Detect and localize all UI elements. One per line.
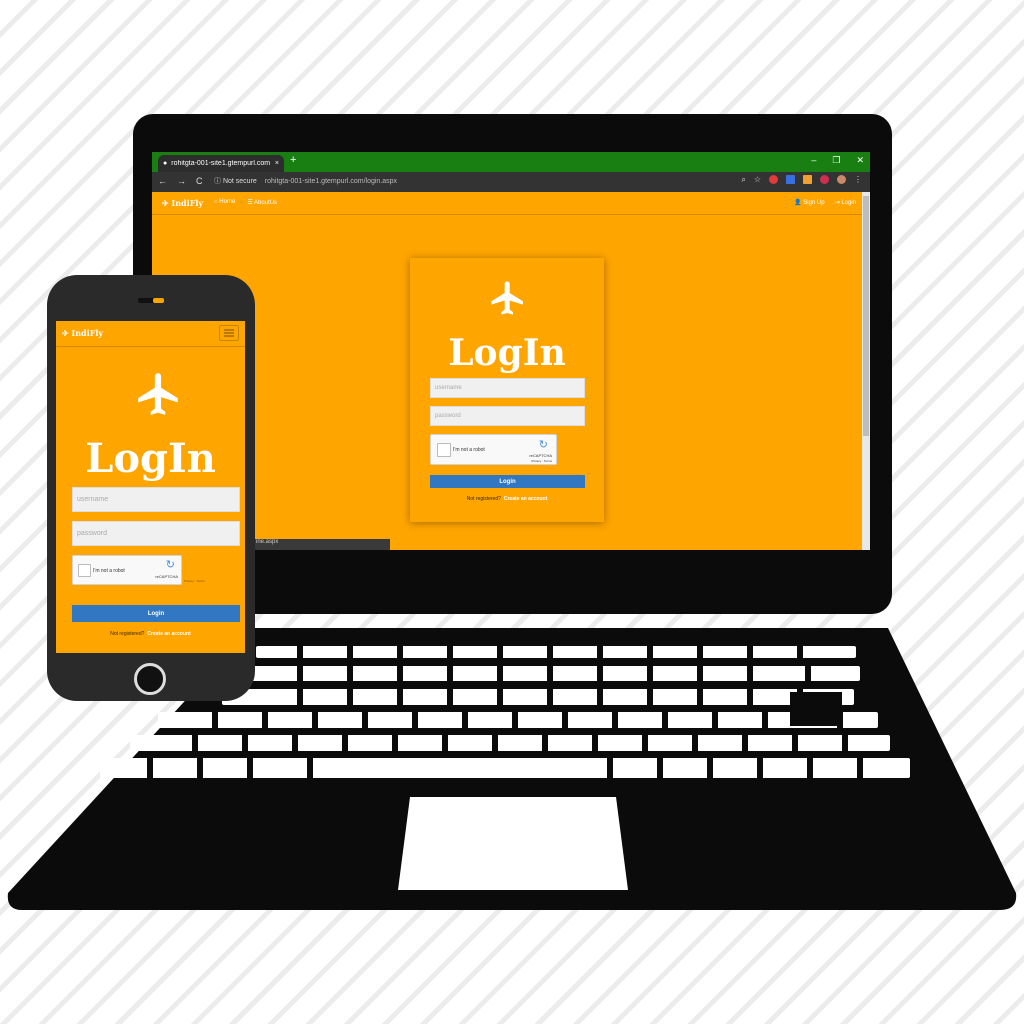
login-card: LogIn username password I'm not a robot … (410, 258, 604, 522)
maximize-button[interactable]: ❐ (832, 155, 840, 166)
status-url-bubble: ine.aspx (252, 539, 390, 550)
recaptcha-icon: ↻ (165, 559, 175, 571)
phone-camera (153, 298, 164, 303)
nav-signup-link[interactable]: 👤 Sign Up (794, 199, 825, 206)
reload-button[interactable]: C (196, 176, 203, 186)
recaptcha-checkbox[interactable] (437, 443, 451, 457)
site-brand[interactable]: ✈ IndiFly (162, 198, 203, 208)
url-text: rohitgta-001-site1.gtempurl.com/login.as… (264, 178, 398, 185)
nav-login-link[interactable]: ⇥ Login (835, 199, 856, 206)
new-tab-button[interactable]: + (290, 154, 296, 166)
phone-site-brand[interactable]: ✈ IndiFly (62, 328, 103, 338)
hamburger-icon (224, 329, 234, 337)
recaptcha-terms[interactable]: Privacy - Terms (531, 459, 552, 463)
search-icon[interactable]: ⌕ (741, 175, 745, 185)
phone-create-account-link[interactable]: Create an account (147, 631, 190, 637)
login-button[interactable]: Login (430, 475, 585, 488)
pinterest-extension-icon[interactable] (820, 175, 829, 184)
recaptcha-icon: ↻ (538, 439, 548, 451)
phone-recaptcha-widget: I'm not a robot ↻ reCAPTCHA (72, 555, 182, 585)
password-input[interactable]: password (430, 406, 585, 426)
airplane-icon: ✈ (162, 198, 169, 208)
forward-button[interactable]: → (177, 176, 186, 186)
recaptcha-brand: reCAPTCHA (529, 453, 552, 458)
phone-recaptcha-label: I'm not a robot (93, 568, 125, 574)
phone-recaptcha-terms[interactable]: Privacy - Terms (184, 579, 205, 583)
phone-login-title: LogIn (85, 435, 216, 482)
profile-avatar[interactable] (837, 175, 846, 184)
airplane-icon (138, 373, 178, 415)
browser-tab[interactable]: ● rohitgta-001-site1.gtempurl.com × (158, 155, 284, 172)
back-button[interactable]: ← (158, 176, 167, 186)
nav-home-link[interactable]: ⌂ Home (214, 199, 235, 206)
tab-close-icon[interactable]: × (275, 160, 279, 167)
tab-title: rohitgta-001-site1.gtempurl.com (171, 160, 271, 167)
user-icon: 👤 (794, 200, 804, 206)
airplane-icon: ✈ (62, 328, 69, 338)
address-bar-row: ← → C ⓘ Not secure rohitgta-001-site1.gt… (152, 172, 870, 192)
adblock-extension-icon[interactable] (769, 175, 778, 184)
extension-icons: ⌕ ☆ ⋮ (741, 175, 862, 185)
phone-recaptcha-checkbox[interactable] (78, 564, 91, 577)
address-bar[interactable]: ⓘ Not secure rohitgta-001-site1.gtempurl… (214, 176, 397, 186)
airplane-icon (491, 281, 523, 315)
recaptcha-widget: I'm not a robot ↻ reCAPTCHA Privacy - Te… (430, 434, 557, 465)
phone-register-prompt: Not registered? Create an account (110, 631, 191, 637)
globe-icon: ● (163, 160, 168, 167)
hamburger-menu-button[interactable] (219, 325, 239, 341)
phone-login-button[interactable]: Login (72, 605, 240, 622)
browser-window: ● rohitgta-001-site1.gtempurl.com × + – … (152, 152, 870, 550)
site-navbar: ✈ IndiFly ⌂ Home ☰ AboutUs 👤 Sign Up ⇥ L… (152, 192, 862, 215)
extension-icon[interactable] (803, 175, 812, 184)
phone-home-button[interactable] (134, 663, 166, 695)
window-controls: – ❐ ✕ (811, 155, 864, 166)
login-title: LogIn (448, 332, 566, 374)
security-label: Not secure (222, 178, 257, 185)
browser-tab-bar: ● rohitgta-001-site1.gtempurl.com × + – … (152, 152, 870, 172)
nav-aboutus-link[interactable]: ☰ AboutUs (247, 199, 277, 206)
phone-username-input[interactable]: username (72, 487, 240, 512)
phone-password-input[interactable]: password (72, 521, 240, 546)
minimize-button[interactable]: – (811, 155, 816, 166)
phone-recaptcha-brand: reCAPTCHA (155, 574, 178, 579)
scrollbar[interactable] (862, 192, 870, 550)
phone-navbar: ✈ IndiFly (56, 321, 245, 347)
info-icon: ⓘ (214, 178, 221, 185)
recaptcha-label: I'm not a robot (453, 447, 485, 453)
menu-dots-icon[interactable]: ⋮ (854, 175, 862, 185)
star-icon[interactable]: ☆ (754, 175, 761, 185)
create-account-link[interactable]: Create an account (504, 496, 547, 502)
translate-extension-icon[interactable] (786, 175, 795, 184)
register-prompt: Not registered? Create an account (466, 496, 548, 502)
close-window-button[interactable]: ✕ (856, 155, 864, 166)
username-input[interactable]: username (430, 378, 585, 398)
phone-screen: ✈ IndiFly LogIn username password I'm no… (56, 321, 245, 653)
